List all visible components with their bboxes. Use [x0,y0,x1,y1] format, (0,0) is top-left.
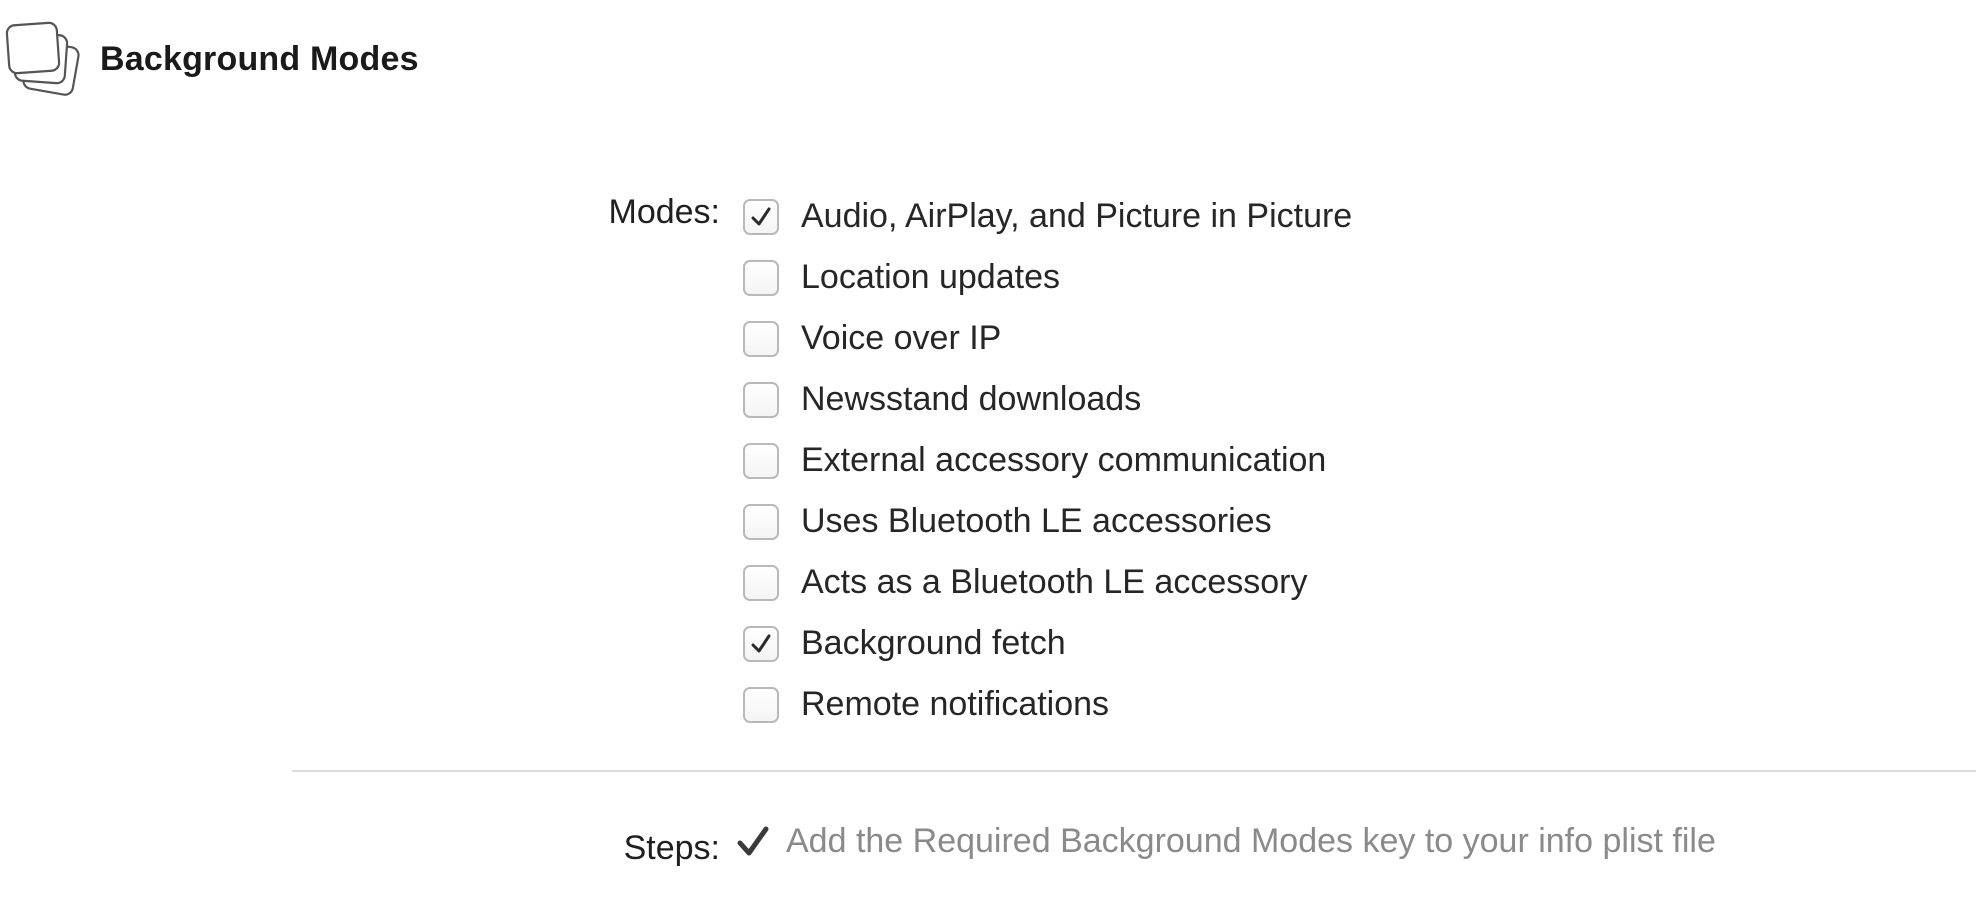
capability-panel: Background Modes Modes: Audio, AirPlay, … [0,0,1976,900]
mode-checkbox[interactable] [743,686,779,723]
mode-label[interactable]: Uses Bluetooth LE accessories [801,502,1272,541]
mode-label[interactable]: Voice over IP [801,319,1001,358]
mode-checkbox[interactable] [743,381,779,418]
mode-checkbox[interactable] [743,625,779,662]
step-complete-icon [737,826,769,855]
mode-checkbox[interactable] [743,564,779,601]
step-text: Add the Required Background Modes key to… [786,822,1716,860]
mode-checkbox[interactable] [743,442,779,479]
step-item: Add the Required Background Modes key to… [736,822,1716,861]
mode-label[interactable]: Background fetch [801,624,1066,663]
modes-list: Audio, AirPlay, and Picture in Picture L… [743,186,1352,735]
mode-label[interactable]: External accessory communication [801,441,1326,480]
checkmark-icon [751,207,771,225]
background-modes-icon [5,21,80,96]
mode-label[interactable]: Remote notifications [801,685,1109,724]
capability-header: Background Modes [0,14,419,104]
checkmark-icon [751,634,771,652]
mode-voice-over-ip[interactable]: Voice over IP [743,308,1352,369]
modes-label: Modes: [608,193,721,231]
mode-label[interactable]: Acts as a Bluetooth LE accessory [801,563,1307,602]
mode-newsstand-downloads[interactable]: Newsstand downloads [743,369,1352,430]
mode-checkbox[interactable] [743,503,779,540]
mode-checkbox[interactable] [743,259,779,296]
capability-title: Background Modes [100,39,419,78]
mode-remote-notifications[interactable]: Remote notifications [743,674,1352,735]
steps-label: Steps: [623,829,720,867]
mode-bluetooth-le-peripheral[interactable]: Acts as a Bluetooth LE accessory [743,552,1352,613]
mode-label[interactable]: Location updates [801,258,1060,297]
mode-location-updates[interactable]: Location updates [743,247,1352,308]
mode-label[interactable]: Audio, AirPlay, and Picture in Picture [801,197,1352,236]
mode-label[interactable]: Newsstand downloads [801,380,1141,419]
mode-checkbox[interactable] [743,198,779,235]
mode-external-accessory[interactable]: External accessory communication [743,430,1352,491]
mode-bluetooth-le-central[interactable]: Uses Bluetooth LE accessories [743,491,1352,552]
mode-checkbox[interactable] [743,320,779,357]
mode-background-fetch[interactable]: Background fetch [743,613,1352,674]
mode-audio-airplay-pip[interactable]: Audio, AirPlay, and Picture in Picture [743,186,1352,247]
section-divider [292,770,1976,772]
